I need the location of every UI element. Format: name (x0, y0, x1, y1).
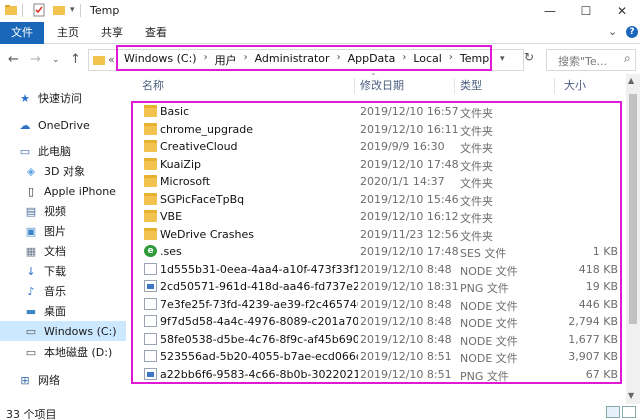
file-list-highlight-box (131, 101, 622, 384)
sidebar-item-this-pc[interactable]: ▭ 此电脑 (18, 141, 144, 161)
large-icons-view-icon[interactable] (622, 406, 636, 418)
sidebar-item-quick-access[interactable]: ★ 快速访问 (18, 88, 144, 108)
desktop-icon: ▬ (25, 304, 37, 318)
search-icon[interactable]: ⌕ (624, 51, 631, 66)
help-icon[interactable]: ? (626, 26, 638, 38)
column-header-date[interactable]: 修改日期 (360, 74, 404, 98)
close-button[interactable]: ✕ (604, 0, 640, 22)
sidebar-item-label: 图片 (44, 225, 66, 238)
titlebar-divider (22, 4, 23, 17)
sidebar-item-label: 音乐 (44, 285, 66, 298)
scroll-down-icon[interactable]: ▼ (628, 391, 634, 400)
cloud-icon: ☁ (19, 118, 31, 132)
cube-icon: ◈ (26, 164, 36, 178)
forward-arrow-icon[interactable]: → (30, 52, 41, 67)
titlebar-divider (80, 4, 81, 17)
quick-access-dropdown-icon[interactable]: ▾ (70, 5, 75, 15)
item-count: 33 个项目 (6, 408, 57, 420)
tab-home[interactable]: 主页 (48, 22, 88, 44)
sidebar-item-label: OneDrive (38, 118, 90, 132)
folder-app-icon (5, 5, 17, 15)
column-header-size[interactable]: 大小 (564, 74, 586, 98)
star-icon: ★ (20, 91, 30, 105)
column-divider[interactable] (354, 78, 355, 94)
breadcrumb-local[interactable]: Local (413, 52, 442, 68)
sidebar-item-network[interactable]: ⊞ 网络 (18, 370, 144, 390)
breadcrumb-separator-icon[interactable]: › (204, 52, 208, 68)
breadcrumb: Windows (C:) › 用户 › Administrator › AppD… (124, 52, 489, 68)
download-icon: ↓ (26, 264, 36, 278)
search-placeholder: 搜索"Te... (558, 55, 608, 68)
column-header-type[interactable]: 类型 (460, 74, 482, 98)
ribbon-tabs: 文件 主页 共享 查看 ⌄ ? (0, 22, 640, 44)
drive-icon: ▭ (25, 324, 37, 338)
sidebar-item-label: Windows (C:) (44, 324, 117, 338)
maximize-button[interactable]: ☐ (568, 0, 604, 22)
drive-icon: ▭ (25, 345, 37, 359)
address-overflow-icon[interactable]: « (108, 53, 115, 66)
column-divider[interactable] (454, 78, 455, 94)
document-icon: ▦ (25, 244, 37, 258)
sidebar-item-label: 此电脑 (38, 145, 71, 158)
sidebar-item-label: 文档 (44, 245, 66, 258)
breadcrumb-administrator[interactable]: Administrator (255, 52, 330, 68)
picture-icon: ▣ (25, 224, 37, 238)
sidebar-item-label: 本地磁盘 (D:) (44, 346, 113, 359)
phone-icon: ▯ (27, 184, 35, 198)
sidebar-item-label: 3D 对象 (44, 165, 85, 178)
properties-icon[interactable] (32, 3, 46, 17)
music-icon: ♪ (27, 284, 35, 298)
breadcrumb-windows-c[interactable]: Windows (C:) (124, 52, 197, 68)
refresh-icon[interactable]: ↻ (524, 50, 534, 64)
window-title: Temp (90, 4, 120, 17)
ribbon-expand-icon[interactable]: ⌄ (608, 25, 617, 38)
sidebar-item-label: 网络 (38, 374, 60, 387)
status-bar: 33 个项目 (0, 404, 640, 420)
breadcrumb-appdata[interactable]: AppData (348, 52, 396, 68)
sidebar-item-label: Apple iPhone (44, 184, 116, 198)
address-dropdown-icon[interactable]: ▾ (500, 54, 505, 64)
computer-icon: ▭ (19, 144, 31, 158)
navigation-pane: ★ 快速访问 ☁ OneDrive ▭ 此电脑 ◈ 3D 对象 ▯ Apple … (0, 74, 130, 404)
details-view-icon[interactable] (606, 406, 620, 418)
scrollbar-thumb[interactable] (629, 94, 637, 324)
sidebar-item-label: 下载 (44, 265, 66, 278)
tab-file[interactable]: 文件 (0, 22, 44, 44)
breadcrumb-temp[interactable]: Temp (460, 52, 489, 68)
recent-locations-icon[interactable]: ⌄ (52, 55, 60, 65)
sidebar-item-label: 视频 (44, 205, 66, 218)
scroll-up-icon[interactable]: ▲ (628, 76, 634, 85)
breadcrumb-separator-icon[interactable]: › (337, 52, 341, 68)
minimize-button[interactable]: — (532, 0, 568, 22)
new-folder-icon[interactable] (52, 3, 66, 17)
sidebar-item-windows-c[interactable]: ▭ Windows (C:) (0, 321, 126, 341)
sidebar-item-onedrive[interactable]: ☁ OneDrive (18, 115, 144, 135)
sidebar-item-label: 桌面 (44, 305, 66, 318)
column-header-name[interactable]: 名称 (142, 74, 164, 98)
breadcrumb-users[interactable]: 用户 (215, 52, 237, 68)
tab-view[interactable]: 查看 (136, 22, 176, 44)
breadcrumb-separator-icon[interactable]: › (449, 52, 453, 68)
sidebar-item-label: 快速访问 (38, 92, 82, 105)
tab-share[interactable]: 共享 (92, 22, 132, 44)
back-arrow-icon[interactable]: ← (8, 52, 19, 67)
network-icon: ⊞ (20, 373, 30, 387)
title-bar: ▾ Temp — ☐ ✕ (0, 0, 640, 22)
breadcrumb-separator-icon[interactable]: › (244, 52, 248, 68)
breadcrumb-separator-icon[interactable]: › (402, 52, 406, 68)
folder-location-icon (93, 56, 105, 65)
video-icon: ▤ (25, 204, 37, 218)
up-arrow-icon[interactable]: ↑ (70, 52, 81, 67)
column-divider[interactable] (554, 78, 555, 94)
